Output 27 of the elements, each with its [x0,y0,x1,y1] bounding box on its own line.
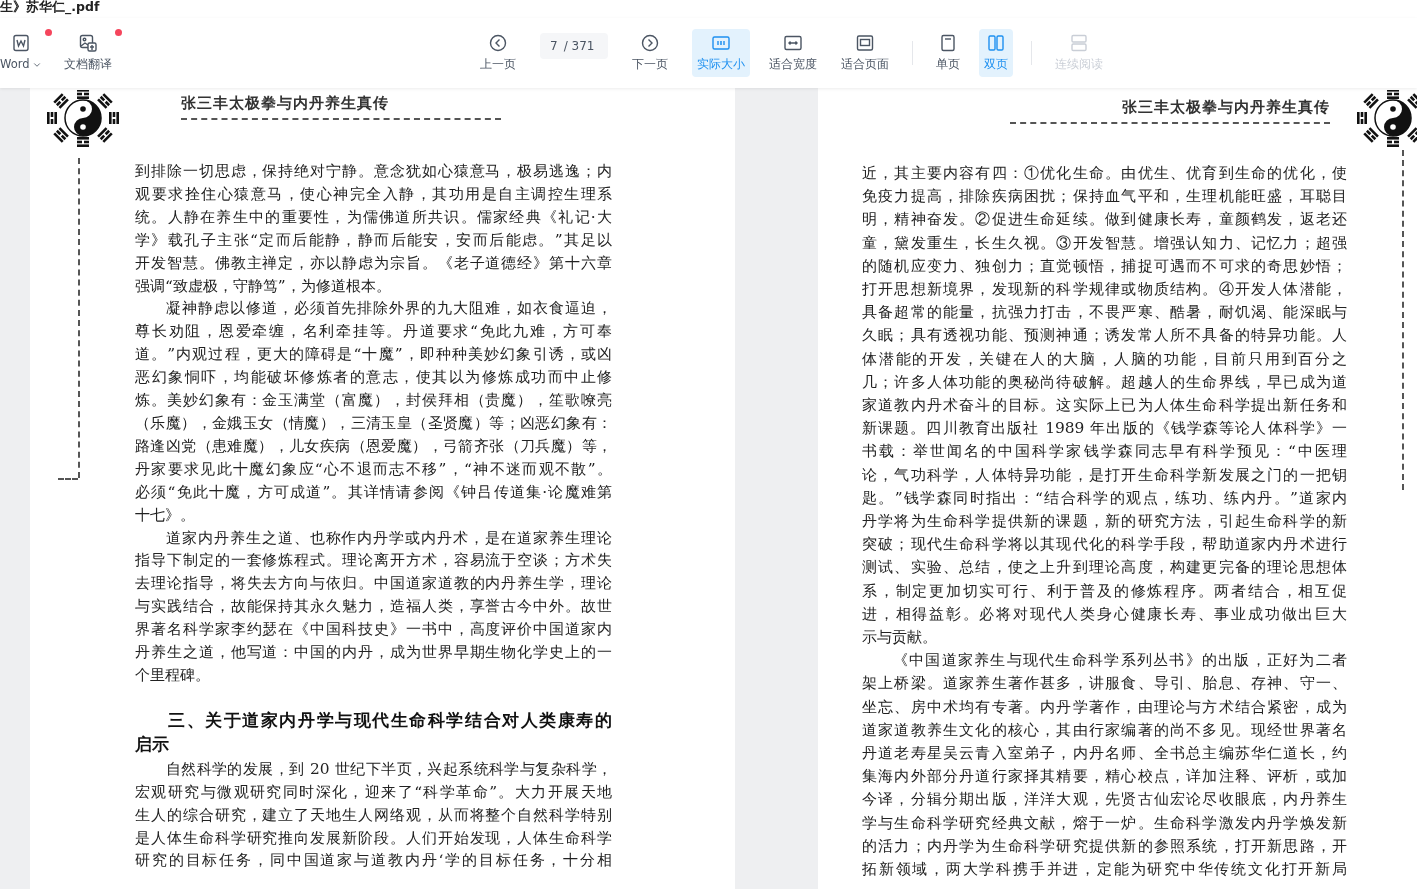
section-heading: 三、关于道家内丹学与现代生命科学结合对人类康寿的 启示 [135,709,612,757]
body-paragraph: 《中国道家养生与现代生命科学系列丛书》的出版，正好为二者 架上桥梁。道家养生著作甚多，讲服食、导引、胎息、存神、守一、 坐忘、房中术均有专著。内丹学著作，由理论与方术结合紧密，成为 道家道教养生文化的核心，其由行家编著的尚不多见。现经世界著名 丹道老寿星吴云青入室弟子，内丹名师、全书总主编苏华仁道长，约 集海内外部分丹道行家择其精要，精心校点，详加注释、评析，或加 今译，分辑分期出版，洋洋大观，先贤古仙宏论尽收眼底，内丹养生 学与生命科学研究经典文献，熔于一炉。生命科学激发内丹学焕发新 的活力；内丹学为生命科学研究提供新的参照系统，打开新思路，开 拓新领域，两大学科携手并进，定能为研究中华传统文化打开新局 [862,650,1347,881]
image-translate-icon [77,32,98,53]
document-icon [10,32,31,53]
tool-button[interactable]: 文档翻译 [63,32,112,74]
body-paragraph: 自然科学的发展，到 20 世纪下半页，兴起系统科学与复杂科学， 宏观研究与微观研究同时深化，迎来了“科学革命”。大力开展天地 生人的综合研究，建立了天地生人网络观，从而将整个自然科学特别 是人体生命科学研究推向发展新阶段。人们开始发现，人体生命科学 研究的目标任务，同中国道家与道教内丹‘学的目标任务，十分相 [135,758,612,872]
window-title: 生》苏华仁_.pdf [0,0,100,17]
fit-page-icon [855,32,875,53]
view-mode-button[interactable]: 单页 [931,29,965,77]
previous-page-icon [488,32,508,53]
body-paragraph: 近，其主要内容有四：①优化生命。由优生、优育到生命的优化，使 免疫力提高，排除疾病困扰；保持血气平和，生理机能旺盛，耳聪目 明，精神奋发。②促进生命延续。做到健康长寿，童颜鹤发，返老还 童，黛发重生，长生久视。③开发智慧。增强认知力、记忆力；超强 的随机应变力、独创力；直觉顿悟，捕捉可遇而不可求的奇思妙悟； 打开思想新境界，发现新的科学规律或物质结构。④开发人体潜能， 具备超常的能量，抗强力打击，不畏严寒、酷暑，耐饥渴、能深眠与 久眠；具有透视功能、预测神通；诱发常人所不具备的特异功能。人 体潜能的开发，关键在人的大脑，人脑的功能，目前只用到百分之 几；许多人体功能的奥秘尚待破解。超越人的生命界线，早已成为道 家道教内丹术奋斗的目标。这实际上已为人体生命科学提出新任务和 新课题。四川教育出版社 1989 年出版的《钱学森等论人体科学》一 书载：举世闻名的中国科学家钱学森同志早有科学预见：“中医理 论，气功科学，人体特异功能，是打开生命科学新发展之门的一把钥 匙。”钱学森同时指出：“结合科学的观点，练功、练内丹。”道家内 丹学将为生命科学提供新的课题，新的研究方法，引起生命科学的新 突破；现代生命科学将以其现代化的科学手段，帮助道家内丹术进行 测试、实验、总结，使之上升到理论高度，构建更完备的理论思想体 系，制定更加切实可行、利于普及的修炼程序。两者结合，相互促 进，相得益彰。必将对现代人类身心健康长寿、事业成功做出巨大 示与贡献。 [862,163,1347,649]
continuous-pages-icon [1069,32,1089,53]
double-page-icon [986,32,1006,53]
view-mode-button[interactable]: 适合宽度 [764,29,822,77]
tool-button[interactable]: Word [0,32,42,74]
view-mode-button[interactable]: 适合页面 [836,29,894,77]
running-header: 张三丰太极拳与内丹养生真传 [181,93,390,114]
body-paragraph: 道家内丹养生之道、也称作内丹学或内丹术，是在道家养生理论 指导下制定的一套修炼程式。理论离开方术，容易流于空谈；方术失 去理论指导，将失去方向与依归。中国道家道教的内丹养生学，理论 与实践结合，故能保持其永久魅力，造福人类，享誉古今中外。故世 界著名科学家李约瑟在《中国科技史》一书中，高度评价中国道家内 丹养生之道，他写道：中国的内丹，成为世界早期生物化学史上的一 个里程碑。 [135,527,612,686]
running-header: 张三丰太极拳与内丹养生真传 [1121,97,1330,118]
next-page-icon [640,32,660,53]
previous-page-button[interactable]: 上一页 [478,32,518,74]
body-paragraph: 到排除一切思虑，保持绝对宁静。意念犹如心猿意马，极易逃逸；内 观要求拴住心猿意马，使心神完全入静，其功用是自主调控生理系 统。人静在养生中的重要性，为儒佛道所共识。儒家经典《礼记·大 学》载孔子主张“定而后能静，静而后能安，安而后能虑。”其足以 开发智慧。佛教主禅定，亦以静虑为宗旨。《老子道德经》第十六章 强调“致虚极，守静笃”，为修道根本。 [135,161,612,297]
page-number-field[interactable]: 7 / 371 [540,33,608,59]
single-page-icon [938,32,958,53]
next-page-button[interactable]: 下一页 [630,32,670,74]
page-total: / 371 [563,38,595,55]
body-paragraph: 凝神静虑以修道，必须首先排除外界的九大阻难，如衣食逼迫， 尊长劝阻，恩爱牵缠，名利牵挂等。丹道要求“免此九难，方可奉 道。”内观过程，更大的障碍是“十魔”，即种种美妙幻象引诱，或凶 恶幻象恫吓，均能破坏修炼者的意志，使其以为修炼成功而中止修 炼。美妙幻象有：金玉满堂（富魔），封侯拜相（贵魔），笙歌嘹亮 （乐魔），金娥玉女（情魔），三清玉皇（圣贤魔）等；凶恶幻象有： 路逢凶党（患难魔），儿女疾病（恩爱魔），弓箭齐张（刀兵魔）等， 丹家要求见此十魔幻象应“心不退而志不移”，“神不迷而观不散”。 必须“免此十魔，方可成道”。其详情请参阅《钟吕传道集·论魔难第 十七》。 [135,298,612,526]
